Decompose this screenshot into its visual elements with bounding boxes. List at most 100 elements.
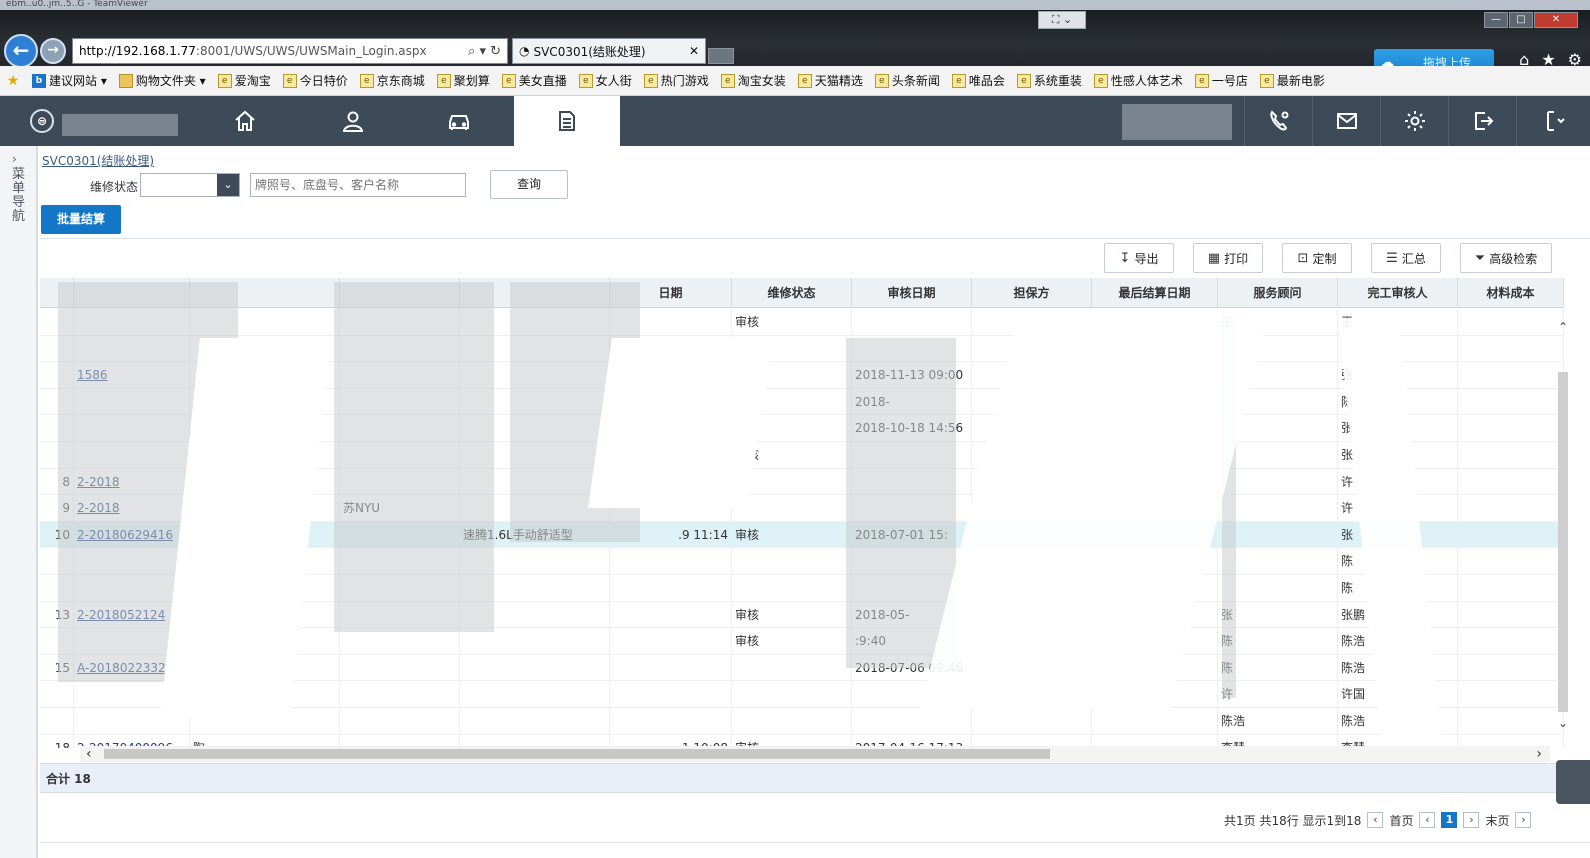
fav-item[interactable]: e 爱淘宝: [217, 72, 271, 89]
user-icon: [342, 111, 364, 132]
next-page-icon[interactable]: ›: [1463, 812, 1480, 828]
col-header[interactable]: 材料成本: [1458, 278, 1564, 308]
maximize-button[interactable]: □: [1509, 12, 1533, 28]
remote-side-widget[interactable]: [1556, 760, 1590, 804]
chevron-right-icon[interactable]: ›: [12, 152, 17, 166]
table-cell: [1458, 388, 1564, 415]
table-cell: [732, 681, 852, 708]
col-header[interactable]: 维修状态: [732, 278, 852, 308]
close-window-button[interactable]: ✕: [1534, 12, 1578, 28]
col-header[interactable]: 完工审核人: [1338, 278, 1458, 308]
horizontal-scrollbar[interactable]: ‹ ›: [80, 746, 1550, 762]
fav-item[interactable]: e 最新电影: [1259, 72, 1325, 89]
fav-item[interactable]: b 建议网站 ▾: [32, 72, 107, 89]
table-cell: [610, 681, 732, 708]
favorites-star[interactable]: ★: [6, 74, 20, 88]
favorites-bar: ★ b 建议网站 ▾ 购物文件夹 ▾ e 爱淘宝 e 今日特价 e 京东商城 e 聚划算 …: [0, 66, 1590, 96]
fav-item[interactable]: e 聚划算: [436, 72, 490, 89]
table-cell: [1218, 548, 1338, 575]
col-header[interactable]: 审核日期: [852, 278, 972, 308]
last-page-arrow-icon[interactable]: ›: [1515, 812, 1532, 828]
scrollbar-thumb[interactable]: [104, 749, 1050, 759]
table-cell: [610, 548, 732, 575]
fav-label: 京东商城: [376, 74, 425, 88]
fav-item[interactable]: e 性感人体艺术: [1093, 72, 1183, 89]
fav-item[interactable]: 购物文件夹 ▾: [118, 72, 206, 89]
minimize-button[interactable]: —: [1484, 12, 1508, 28]
nav-phone[interactable]: [1244, 96, 1312, 146]
fav-item[interactable]: e 美女直播: [501, 72, 567, 89]
fav-item[interactable]: e 热门游戏: [643, 72, 709, 89]
forward-button[interactable]: →: [40, 38, 66, 64]
first-page-button[interactable]: 首页: [1389, 812, 1413, 829]
nav-mail[interactable]: [1312, 96, 1380, 146]
nav-vehicle[interactable]: [406, 96, 512, 146]
nav-user[interactable]: [300, 96, 406, 146]
fav-item[interactable]: e 头条新闻: [874, 72, 940, 89]
scroll-down-icon[interactable]: ⌄: [1558, 716, 1568, 730]
ie-page-icon: e: [436, 73, 451, 88]
address-tools[interactable]: ⌕ ▾ ↻: [447, 44, 507, 59]
nav-home[interactable]: [192, 96, 298, 146]
breadcrumb[interactable]: SVC0301(结账处理): [42, 152, 154, 169]
col-header[interactable]: 担保方: [972, 278, 1092, 308]
table-row[interactable]: 审核王王: [40, 309, 1564, 336]
ie-page-icon: e: [282, 73, 297, 88]
export-button[interactable]: ↧ 导出: [1104, 243, 1174, 273]
table-cell: [610, 628, 732, 655]
search-input[interactable]: [250, 173, 466, 197]
fav-item[interactable]: e 天猫精选: [797, 72, 863, 89]
col-header[interactable]: 最后结算日期: [1092, 278, 1218, 308]
fav-label: 热门游戏: [660, 74, 709, 88]
nav-document[interactable]: [514, 96, 620, 146]
window-title: ebm..u0..jm..5..G - TeamViewer: [0, 0, 1590, 10]
nav-settings[interactable]: [1380, 96, 1448, 146]
table-cell: [1458, 335, 1564, 362]
repair-status-select[interactable]: ⌄: [140, 173, 240, 197]
table-cell: [340, 681, 460, 708]
table-cell: [460, 708, 610, 734]
ie-page-icon: e: [720, 73, 735, 88]
teamviewer-control[interactable]: ⛶ ⌄: [1038, 11, 1086, 29]
nav-expand[interactable]: [1516, 96, 1590, 146]
scroll-left-icon[interactable]: ‹: [86, 746, 92, 762]
current-page[interactable]: 1: [1441, 812, 1458, 828]
new-tab-button[interactable]: [708, 48, 734, 64]
col-header[interactable]: 服务顾问: [1218, 278, 1338, 308]
fav-label: 建议网站 ▾: [49, 74, 107, 88]
fav-item[interactable]: e 女人街: [578, 72, 632, 89]
chevron-down-icon[interactable]: ⌄: [217, 174, 239, 196]
cell-value: 审核: [735, 607, 760, 622]
vertical-scrollbar[interactable]: [1558, 372, 1568, 712]
scroll-up-icon[interactable]: ⌃: [1558, 320, 1568, 334]
browser-tab[interactable]: ◔ SVC0301(结账处理) ✕: [512, 38, 706, 64]
table-cell: [1458, 495, 1564, 522]
fav-item[interactable]: e 淘宝女装: [720, 72, 786, 89]
table-cell: [340, 628, 460, 655]
address-bar[interactable]: http://192.168.1.77:8001/UWS/UWS/UWSMain…: [72, 38, 508, 64]
ie-page-icon: e: [1194, 73, 1209, 88]
tab-close-icon[interactable]: ✕: [689, 44, 699, 58]
back-button[interactable]: ←: [4, 34, 38, 68]
first-page-arrow-icon[interactable]: ‹: [1367, 812, 1384, 828]
side-menu[interactable]: › 菜单导航: [0, 146, 38, 858]
cell-value: .9 11:14: [678, 527, 728, 542]
fav-item[interactable]: e 一号店: [1194, 72, 1248, 89]
fav-item[interactable]: e 唯品会: [951, 72, 1005, 89]
fav-item[interactable]: e 今日特价: [282, 72, 348, 89]
batch-settle-button[interactable]: 批量结算: [41, 205, 121, 234]
scroll-right-icon[interactable]: ›: [1536, 746, 1542, 762]
fav-item[interactable]: e 系统重装: [1016, 72, 1082, 89]
prev-page-icon[interactable]: ‹: [1419, 812, 1436, 828]
query-button[interactable]: 查询: [490, 170, 568, 199]
customize-button[interactable]: ⊡ 定制: [1282, 243, 1352, 273]
advanced-search-button[interactable]: ⏷ 高级检索: [1460, 243, 1552, 273]
fav-label: 女人街: [595, 74, 632, 88]
fav-item[interactable]: e 京东商城: [359, 72, 425, 89]
last-page-button[interactable]: 末页: [1485, 812, 1509, 829]
nav-logout[interactable]: [1448, 96, 1516, 146]
print-button[interactable]: ▦ 打印: [1193, 243, 1263, 273]
url-path: :8001/UWS/UWS/UWSMain_Login.aspx: [195, 44, 427, 58]
summary-button[interactable]: ☰ 汇总: [1371, 243, 1441, 273]
tab-title: SVC0301(结账处理): [533, 44, 646, 59]
